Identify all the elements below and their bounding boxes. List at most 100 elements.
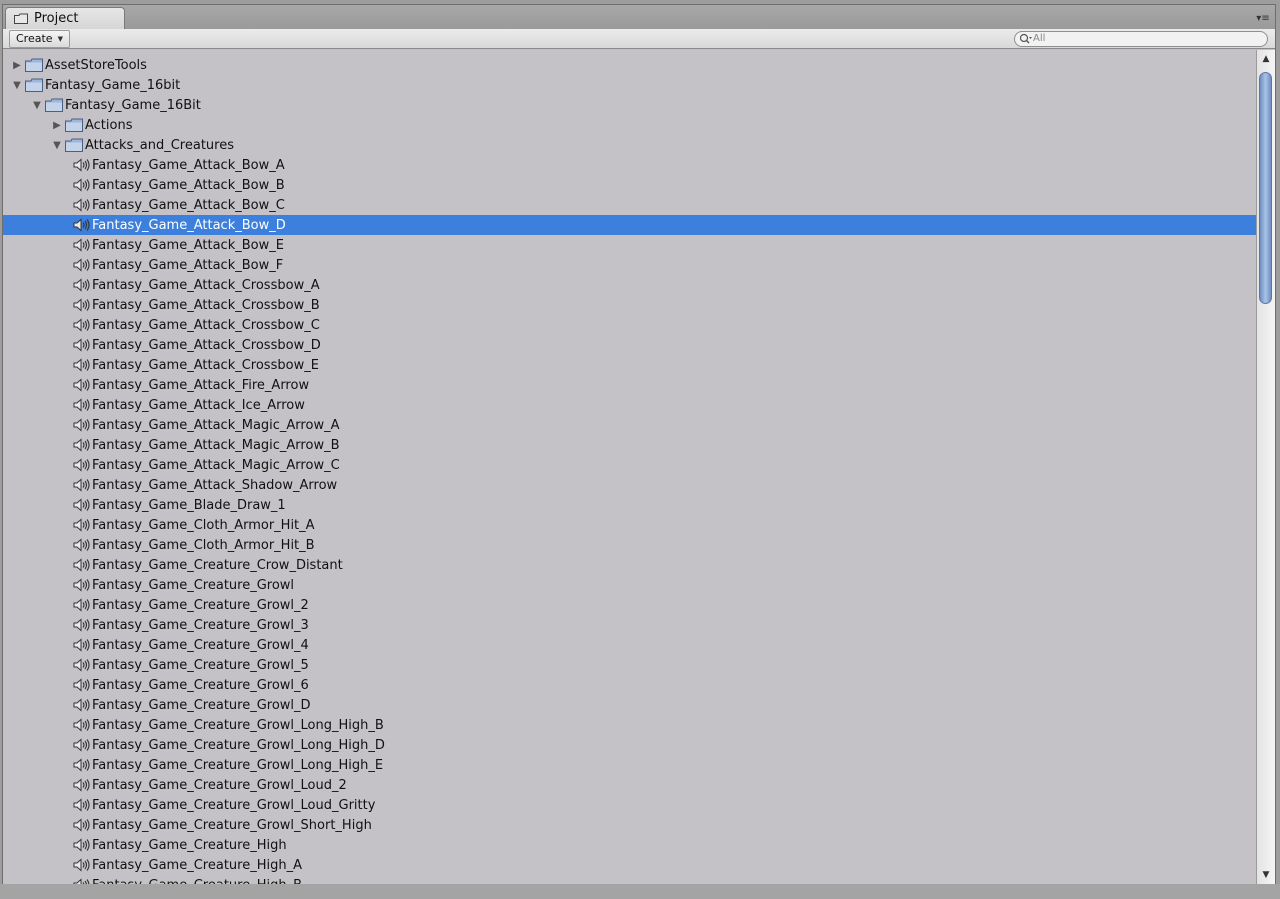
asset-row[interactable]: Fantasy_Game_Attack_Fire_Arrow [3, 375, 1256, 395]
row-label: Fantasy_Game_Creature_Growl_Long_High_E [92, 757, 384, 773]
row-label: Fantasy_Game_Attack_Crossbow_E [92, 357, 319, 373]
asset-row[interactable]: Fantasy_Game_Attack_Crossbow_E [3, 355, 1256, 375]
asset-row[interactable]: Fantasy_Game_Creature_Growl_Long_High_E [3, 755, 1256, 775]
asset-row[interactable]: Fantasy_Game_Creature_High_B [3, 875, 1256, 884]
asset-row[interactable]: Fantasy_Game_Attack_Magic_Arrow_A [3, 415, 1256, 435]
asset-row[interactable]: Fantasy_Game_Attack_Shadow_Arrow [3, 475, 1256, 495]
row-label: Fantasy_Game_Creature_Growl_Short_High [92, 817, 372, 833]
row-label: Fantasy_Game_Attack_Fire_Arrow [92, 377, 310, 393]
audio-clip-icon [73, 358, 91, 372]
asset-row[interactable]: Fantasy_Game_Creature_Growl_4 [3, 635, 1256, 655]
create-label: Create [16, 32, 53, 45]
folder-icon [25, 58, 43, 72]
asset-row[interactable]: Fantasy_Game_Creature_Growl_Long_High_B [3, 715, 1256, 735]
asset-row[interactable]: Fantasy_Game_Creature_Growl_Long_High_D [3, 735, 1256, 755]
audio-clip-icon [73, 778, 91, 792]
audio-clip-icon [73, 298, 91, 312]
scroll-thumb[interactable] [1259, 72, 1272, 304]
audio-clip-icon [73, 258, 91, 272]
asset-row[interactable]: Fantasy_Game_Creature_Growl_Loud_Gritty [3, 795, 1256, 815]
asset-row[interactable]: Fantasy_Game_Attack_Ice_Arrow [3, 395, 1256, 415]
audio-clip-icon [73, 858, 91, 872]
asset-row[interactable]: Fantasy_Game_Attack_Crossbow_B [3, 295, 1256, 315]
row-label: Actions [85, 117, 133, 133]
tab-project[interactable]: Project [5, 7, 125, 29]
asset-row[interactable]: Fantasy_Game_Attack_Crossbow_D [3, 335, 1256, 355]
dropdown-arrow-icon: ▼ [57, 35, 63, 43]
folder-icon [45, 98, 63, 112]
row-label: Fantasy_Game_Creature_Growl_Long_High_B [92, 717, 384, 733]
asset-row[interactable]: Fantasy_Game_Creature_Growl_Short_High [3, 815, 1256, 835]
asset-row[interactable]: Fantasy_Game_Creature_Crow_Distant [3, 555, 1256, 575]
row-label: Fantasy_Game_Creature_Growl_D [92, 697, 311, 713]
toolbar: Create ▼ All [3, 29, 1275, 49]
asset-row[interactable]: Fantasy_Game_Creature_Growl_2 [3, 595, 1256, 615]
asset-row[interactable]: Fantasy_Game_Attack_Bow_A [3, 155, 1256, 175]
row-label: Fantasy_Game_Attack_Magic_Arrow_C [92, 457, 340, 473]
asset-row[interactable]: Fantasy_Game_Attack_Bow_D [3, 215, 1256, 235]
audio-clip-icon [73, 738, 91, 752]
asset-row[interactable]: Fantasy_Game_Creature_Growl_3 [3, 615, 1256, 635]
vertical-scrollbar[interactable]: ▲ ▼ [1256, 50, 1275, 884]
create-button[interactable]: Create ▼ [9, 30, 70, 48]
audio-clip-icon [73, 278, 91, 292]
panel-menu-icon[interactable]: ▾≡ [1255, 13, 1271, 25]
asset-row[interactable]: Fantasy_Game_Creature_Growl_D [3, 695, 1256, 715]
asset-row[interactable]: Fantasy_Game_Creature_Growl_5 [3, 655, 1256, 675]
asset-row[interactable]: Fantasy_Game_Attack_Crossbow_C [3, 315, 1256, 335]
asset-row[interactable]: Fantasy_Game_Creature_High [3, 835, 1256, 855]
asset-row[interactable]: Fantasy_Game_Creature_Growl_Loud_2 [3, 775, 1256, 795]
asset-row[interactable]: Fantasy_Game_Creature_Growl_6 [3, 675, 1256, 695]
audio-clip-icon [73, 318, 91, 332]
row-label: Fantasy_Game_Creature_Growl_Long_High_D [92, 737, 385, 753]
folder-row[interactable]: ▶ Actions [3, 115, 1256, 135]
row-label: Fantasy_Game_Attack_Bow_E [92, 237, 284, 253]
row-label: Fantasy_Game_Cloth_Armor_Hit_B [92, 537, 315, 553]
audio-clip-icon [73, 478, 91, 492]
collapsed-arrow-icon[interactable]: ▶ [11, 59, 23, 71]
row-label: Fantasy_Game_Attack_Bow_A [92, 157, 285, 173]
audio-clip-icon [73, 838, 91, 852]
asset-row[interactable]: Fantasy_Game_Attack_Bow_E [3, 235, 1256, 255]
asset-row[interactable]: Fantasy_Game_Attack_Bow_C [3, 195, 1256, 215]
asset-row[interactable]: Fantasy_Game_Cloth_Armor_Hit_B [3, 535, 1256, 555]
expanded-arrow-icon[interactable]: ▼ [11, 79, 23, 91]
row-label: Fantasy_Game_Cloth_Armor_Hit_A [92, 517, 315, 533]
search-icon [1019, 33, 1032, 44]
asset-row[interactable]: Fantasy_Game_Attack_Magic_Arrow_B [3, 435, 1256, 455]
expanded-arrow-icon[interactable]: ▼ [51, 139, 63, 151]
folder-row[interactable]: ▼ Attacks_and_Creatures [3, 135, 1256, 155]
asset-row[interactable]: Fantasy_Game_Cloth_Armor_Hit_A [3, 515, 1256, 535]
bottom-edge [0, 884, 1280, 899]
audio-clip-icon [73, 418, 91, 432]
asset-row[interactable]: Fantasy_Game_Attack_Bow_B [3, 175, 1256, 195]
asset-row[interactable]: Fantasy_Game_Attack_Magic_Arrow_C [3, 455, 1256, 475]
audio-clip-icon [73, 158, 91, 172]
row-label: Fantasy_Game_Creature_High [92, 837, 287, 853]
folder-row[interactable]: ▶ AssetStoreTools [3, 55, 1256, 75]
asset-row[interactable]: Fantasy_Game_Attack_Bow_F [3, 255, 1256, 275]
row-label: Fantasy_Game_Creature_Growl_4 [92, 637, 309, 653]
audio-clip-icon [73, 758, 91, 772]
audio-clip-icon [73, 598, 91, 612]
asset-row[interactable]: Fantasy_Game_Creature_High_A [3, 855, 1256, 875]
audio-clip-icon [73, 678, 91, 692]
expanded-arrow-icon[interactable]: ▼ [31, 99, 43, 111]
scroll-down-arrow-icon[interactable]: ▼ [1257, 868, 1275, 882]
audio-clip-icon [73, 658, 91, 672]
row-label: Fantasy_Game_Attack_Bow_F [92, 257, 284, 273]
collapsed-arrow-icon[interactable]: ▶ [51, 119, 63, 131]
asset-row[interactable]: Fantasy_Game_Attack_Crossbow_A [3, 275, 1256, 295]
audio-clip-icon [73, 558, 91, 572]
row-label: AssetStoreTools [45, 57, 147, 73]
audio-clip-icon [73, 618, 91, 632]
asset-row[interactable]: Fantasy_Game_Blade_Draw_1 [3, 495, 1256, 515]
search-field[interactable]: All [1014, 31, 1268, 47]
row-label: Fantasy_Game_Attack_Bow_C [92, 197, 285, 213]
scroll-up-arrow-icon[interactable]: ▲ [1257, 52, 1275, 66]
audio-clip-icon [73, 498, 91, 512]
folder-row[interactable]: ▼ Fantasy_Game_16bit [3, 75, 1256, 95]
audio-clip-icon [73, 698, 91, 712]
asset-row[interactable]: Fantasy_Game_Creature_Growl [3, 575, 1256, 595]
folder-row[interactable]: ▼ Fantasy_Game_16Bit [3, 95, 1256, 115]
